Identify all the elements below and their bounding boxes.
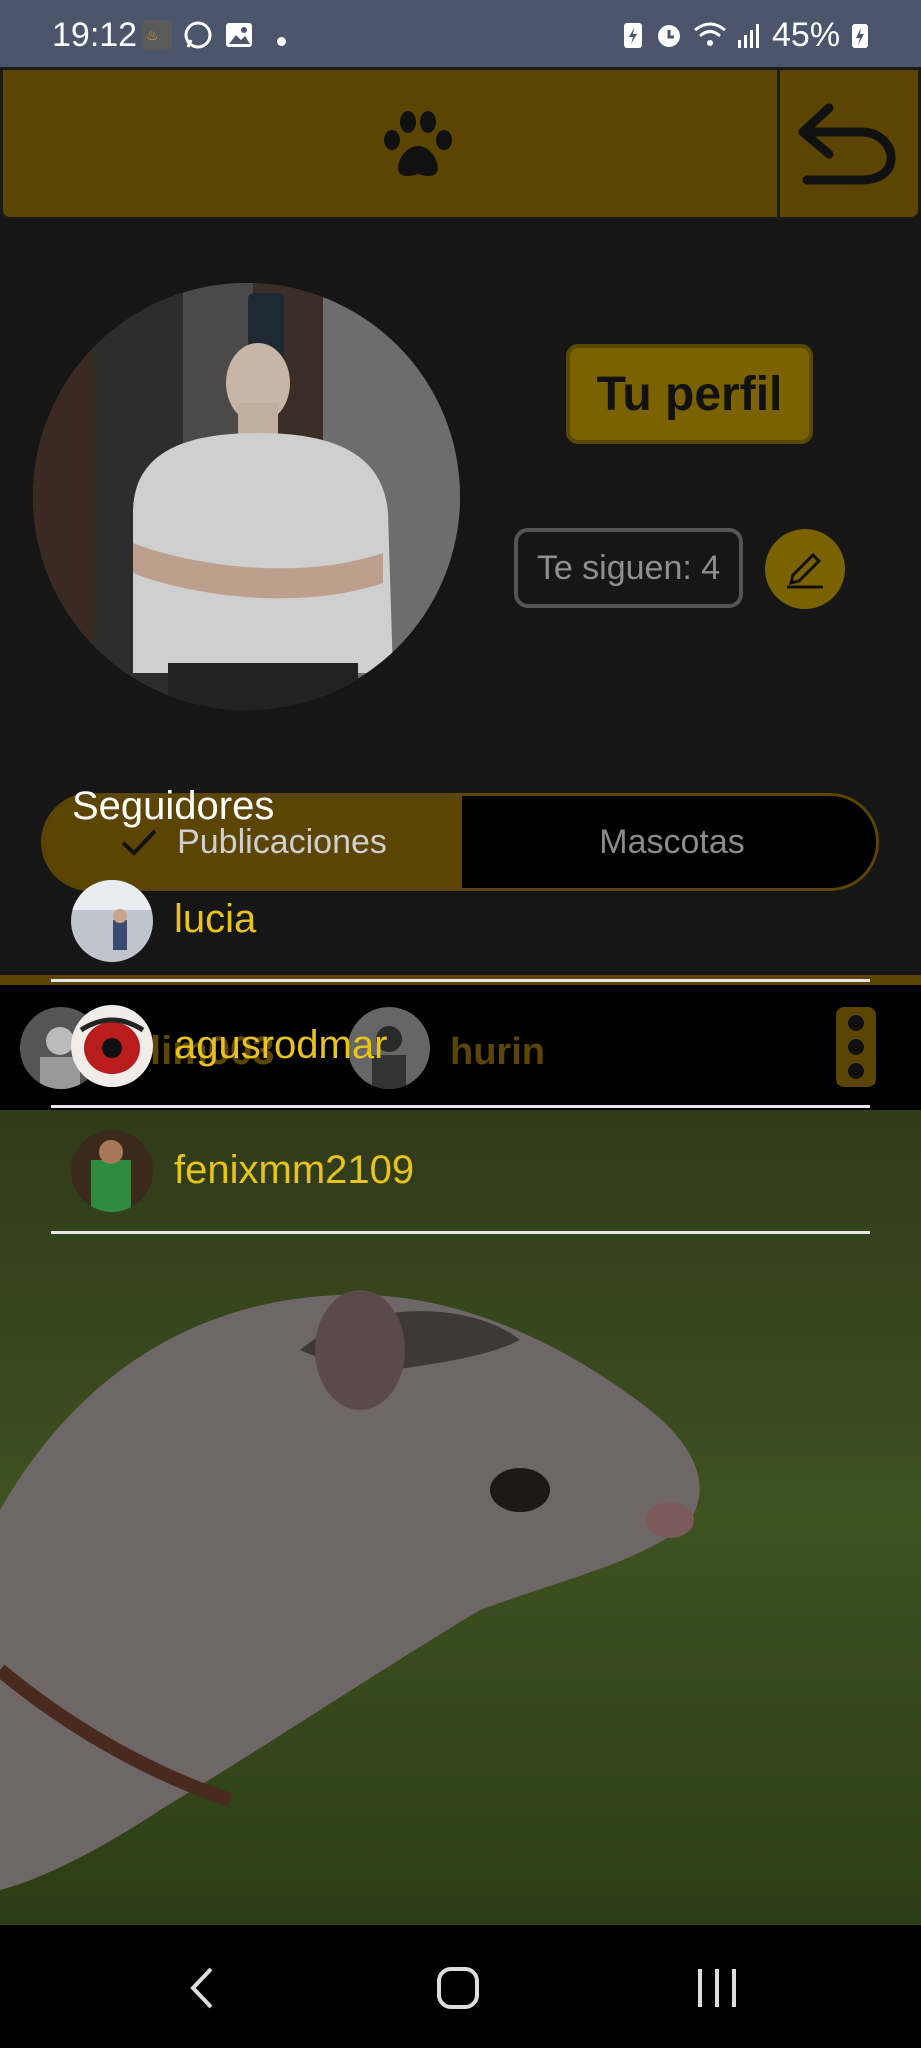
status-time: 19:12 bbox=[52, 16, 138, 54]
back-nav-icon[interactable] bbox=[183, 1965, 223, 2011]
follower-name-lucia[interactable]: lucia bbox=[174, 897, 256, 942]
app-icon: ♨ bbox=[142, 20, 172, 50]
system-nav-bar bbox=[0, 1925, 921, 2048]
battery-percentage: 45% bbox=[772, 16, 841, 54]
follower-avatar-fenixmm2109[interactable] bbox=[71, 1130, 153, 1212]
profile-avatar bbox=[33, 283, 460, 710]
list-divider bbox=[51, 1105, 870, 1108]
followers-count-button[interactable]: Te siguen: 4 bbox=[514, 528, 743, 608]
card-user2-name[interactable]: hurin bbox=[450, 1031, 545, 1074]
check-icon bbox=[121, 829, 157, 856]
tab-mascotas-label: Mascotas bbox=[599, 822, 745, 861]
whatsapp-icon bbox=[183, 20, 213, 50]
edit-profile-button[interactable] bbox=[765, 529, 845, 609]
signal-icon bbox=[735, 20, 765, 50]
follower-avatar-lucia[interactable] bbox=[71, 880, 153, 962]
recents-nav-icon[interactable] bbox=[694, 1965, 740, 2011]
list-divider bbox=[51, 1231, 870, 1234]
battery-saver-icon bbox=[618, 20, 648, 50]
wifi-icon bbox=[692, 20, 728, 50]
follower-name-agusrodmar[interactable]: agusrodmar bbox=[174, 1023, 387, 1068]
back-arrow-icon[interactable] bbox=[795, 102, 901, 186]
svg-text:♨: ♨ bbox=[146, 28, 159, 44]
tab-mascotas[interactable]: Mascotas bbox=[462, 796, 876, 888]
app-header bbox=[0, 67, 921, 220]
list-divider bbox=[51, 979, 870, 982]
followers-heading: Seguidores bbox=[72, 784, 275, 828]
profile-title-button[interactable]: Tu perfil bbox=[566, 344, 813, 444]
dot-icon bbox=[277, 37, 286, 46]
more-vertical-icon[interactable] bbox=[836, 1007, 876, 1087]
status-bar: 19:12 ♨ 45% bbox=[0, 0, 921, 67]
follower-avatar-agusrodmar[interactable] bbox=[71, 1005, 153, 1087]
paw-icon bbox=[378, 110, 458, 182]
battery-icon bbox=[850, 20, 870, 50]
home-nav-icon[interactable] bbox=[435, 1965, 481, 2011]
alarm-icon bbox=[654, 20, 684, 50]
gallery-icon bbox=[224, 20, 254, 50]
follower-name-fenixmm2109[interactable]: fenixmm2109 bbox=[174, 1148, 414, 1193]
header-divider bbox=[777, 67, 780, 220]
pencil-icon bbox=[787, 552, 823, 589]
